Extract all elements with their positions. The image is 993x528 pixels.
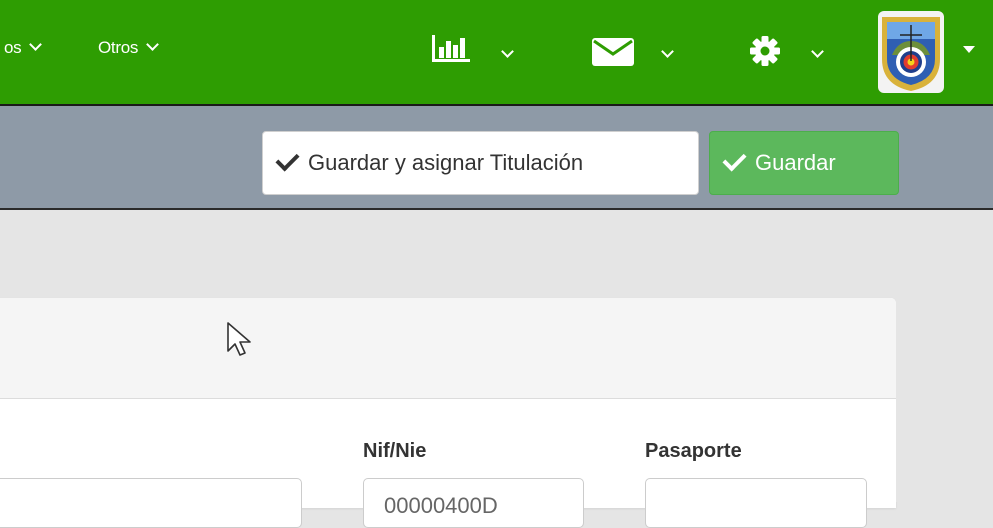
gear-icon	[750, 36, 780, 66]
user-avatar-dropdown[interactable]	[878, 11, 944, 98]
check-icon	[722, 146, 747, 172]
chevron-down-icon	[146, 38, 159, 51]
nav-menu-otros[interactable]: Otros	[98, 38, 159, 58]
nif-input[interactable]: 00000400D	[363, 478, 584, 528]
save-button[interactable]: Guardar	[709, 131, 899, 195]
form-panel: Nif/Nie Pasaporte 00000400D	[0, 298, 896, 528]
stats-dropdown[interactable]	[432, 35, 472, 68]
caret-down-icon	[963, 46, 975, 53]
mail-dropdown[interactable]	[592, 38, 634, 71]
chevron-down-icon	[661, 45, 674, 58]
passport-input[interactable]	[645, 478, 867, 528]
panel-header	[0, 298, 896, 399]
chevron-down-icon	[811, 45, 824, 58]
action-toolbar: Guardar y asignar Titulación Guardar	[0, 106, 993, 210]
nif-value: 00000400D	[384, 493, 498, 518]
nif-label: Nif/Nie	[363, 440, 427, 462]
check-icon	[275, 146, 300, 172]
chevron-down-icon	[501, 45, 514, 58]
nav-menu-partial[interactable]: os	[4, 38, 43, 58]
nav-menu-partial-label: os	[4, 38, 22, 57]
passport-label: Pasaporte	[645, 440, 742, 462]
envelope-icon	[592, 38, 634, 66]
save-and-assign-label: Guardar y asignar Titulación	[308, 150, 584, 175]
settings-dropdown[interactable]	[750, 36, 780, 71]
nav-menu-otros-label: Otros	[98, 38, 139, 57]
mouse-cursor-icon	[227, 322, 251, 356]
save-label: Guardar	[755, 150, 836, 175]
page-gutter	[896, 210, 993, 502]
club-crest-avatar	[878, 11, 944, 93]
top-navbar: os Otros	[0, 0, 993, 106]
name-input[interactable]	[0, 478, 302, 528]
bar-chart-icon	[432, 35, 470, 62]
save-and-assign-titulacion-button[interactable]: Guardar y asignar Titulación	[262, 131, 699, 195]
chevron-down-icon	[29, 38, 43, 51]
